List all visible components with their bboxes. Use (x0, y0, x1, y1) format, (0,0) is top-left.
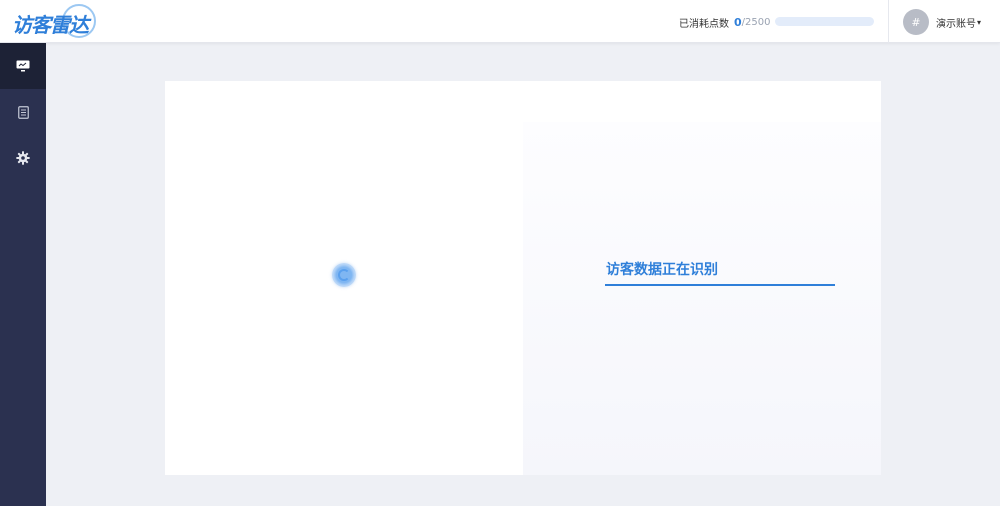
monitor-icon (16, 60, 30, 72)
status-panel (523, 122, 881, 475)
sidebar-item-dashboard[interactable] (0, 43, 46, 89)
app-logo[interactable]: 访客雷达 (12, 2, 100, 40)
recognition-status-text: 访客数据正在识别 (606, 262, 718, 278)
gear-icon (16, 151, 30, 165)
points-label: 已消耗点数 (679, 18, 729, 30)
sidebar-item-settings[interactable] (0, 135, 46, 181)
sidebar-item-records[interactable] (0, 89, 46, 135)
sidebar (0, 43, 46, 506)
points-progress-bar (775, 17, 874, 26)
points-used-value: 0 (734, 15, 742, 29)
logo-text: 访客雷达 (12, 13, 89, 37)
top-bar: 访客雷达 已消耗点数 0 /2500 # 演示账号 ▾ (0, 0, 1000, 43)
main-card: 访客数据正在识别 (165, 81, 881, 475)
spinner-arc (338, 269, 350, 281)
status-underline (605, 284, 835, 286)
points-usage: 已消耗点数 0 /2500 (679, 14, 770, 30)
avatar[interactable]: # (903, 9, 929, 35)
points-total-value: /2500 (741, 16, 771, 28)
account-menu[interactable]: # 演示账号 ▾ (903, 9, 981, 35)
document-icon (17, 105, 29, 119)
header-divider (888, 0, 889, 43)
loading-spinner-icon (332, 263, 356, 287)
chevron-down-icon[interactable]: ▾ (977, 18, 981, 27)
account-name[interactable]: 演示账号 (936, 15, 976, 30)
